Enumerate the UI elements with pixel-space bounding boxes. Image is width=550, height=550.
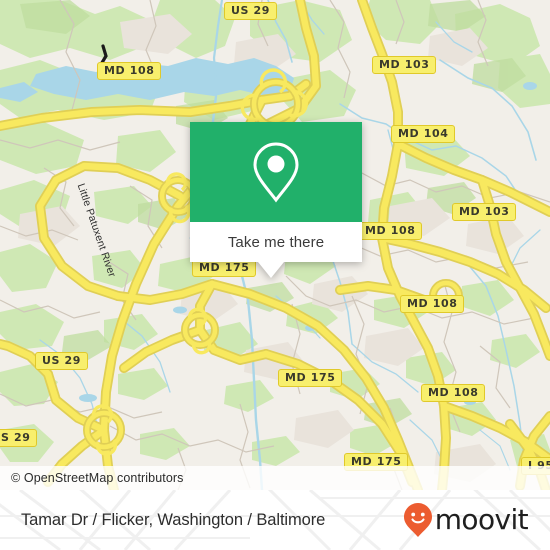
callout-tail (258, 262, 284, 278)
road-shield-us29-top: US 29 (224, 2, 277, 20)
take-me-there-label: Take me there (227, 233, 325, 251)
road-shield-md103-upper: MD 103 (372, 56, 437, 74)
road-shield-md175-low: MD 175 (278, 369, 343, 387)
map-pin-icon (253, 142, 299, 203)
road-shield-md108-left: MD 108 (97, 62, 162, 80)
moovit-map-screenshot: Little Patuxent River US 29 MD 108 MD 10… (0, 0, 550, 550)
map-attribution-bar: © OpenStreetMap contributors (0, 466, 550, 490)
road-shield-md103-right: MD 103 (452, 203, 517, 221)
road-shield-md108-mid: MD 108 (358, 222, 423, 240)
road-shield-us29-lower: US 29 (35, 352, 88, 370)
osm-attribution-text: © OpenStreetMap contributors (11, 471, 184, 485)
place-title: Tamar Dr / Flicker, Washington / Baltimo… (21, 510, 326, 529)
moovit-brand: moovit (403, 502, 529, 538)
moovit-pin-smile-icon (403, 503, 432, 537)
map-callout[interactable]: Take me there (190, 122, 362, 278)
moovit-wordmark: moovit (434, 503, 529, 536)
map-canvas[interactable]: Little Patuxent River US 29 MD 108 MD 10… (0, 0, 550, 490)
road-shield-md108-lower: MD 108 (421, 384, 486, 402)
callout-action-panel[interactable]: Take me there (190, 222, 362, 262)
road-shield-md108-right: MD 108 (400, 295, 465, 313)
footer-content: Tamar Dr / Flicker, Washington / Baltimo… (0, 490, 550, 550)
callout-pin-panel (190, 122, 362, 222)
road-shield-md104: MD 104 (391, 125, 456, 143)
footer-bar: Tamar Dr / Flicker, Washington / Baltimo… (0, 490, 550, 550)
road-shield-us29-edge: S 29 (0, 429, 38, 447)
